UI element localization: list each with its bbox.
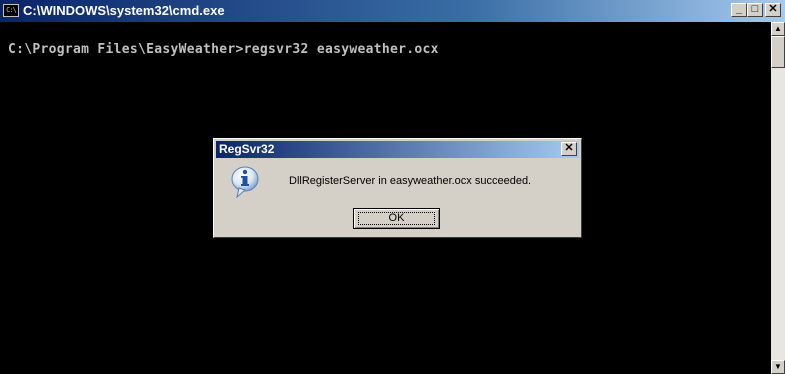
dialog-title: RegSvr32 [219,142,275,156]
vertical-scrollbar[interactable]: ▲ ▼ [771,22,785,374]
console-prompt-line: C:\Program Files\EasyWeather>regsvr32 ea… [8,42,439,57]
maximize-button[interactable]: □ [747,3,763,17]
cmd-window: C:\ C:\WINDOWS\system32\cmd.exe _ □ ✕ C:… [0,0,785,374]
dialog-titlebar[interactable]: RegSvr32 ✕ [216,141,579,158]
scroll-up-arrow-icon[interactable]: ▲ [771,22,785,36]
regsvr32-dialog: RegSvr32 ✕ DllRegisterServer in easyweat… [213,138,582,238]
cmd-icon: C:\ [3,4,19,17]
ok-focus-rect [358,212,435,225]
close-button[interactable]: ✕ [765,3,781,17]
dialog-close-button[interactable]: ✕ [561,142,577,156]
dialog-message: DllRegisterServer in easyweather.ocx suc… [289,175,532,187]
scroll-down-arrow-icon[interactable]: ▼ [771,360,785,374]
minimize-button[interactable]: _ [731,3,747,17]
window-title: C:\WINDOWS\system32\cmd.exe [23,3,225,18]
scrollbar-thumb[interactable] [771,36,785,68]
ok-button[interactable]: OK [353,208,440,229]
information-icon [231,166,259,199]
window-titlebar[interactable]: C:\ C:\WINDOWS\system32\cmd.exe _ □ ✕ [0,0,785,22]
